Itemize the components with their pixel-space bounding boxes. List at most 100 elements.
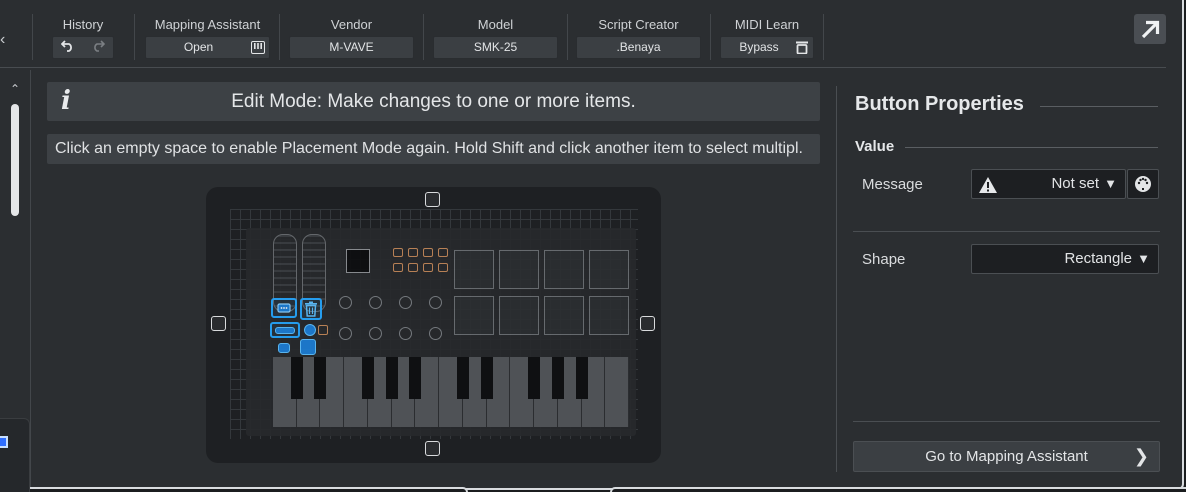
knob[interactable] [369, 327, 382, 340]
history-label: History [62, 17, 104, 32]
midi-learn-bypass-button[interactable]: Bypass [720, 36, 814, 59]
scroll-up-icon[interactable]: ⌃ [10, 82, 20, 96]
vendor-group: Vendor M-VAVE [289, 14, 414, 59]
trash-icon [305, 301, 317, 317]
knob[interactable] [399, 296, 412, 309]
knob[interactable] [399, 327, 412, 340]
white-key[interactable] [605, 357, 629, 427]
expand-arrow-icon [1141, 20, 1160, 39]
message-value: Not set [1051, 175, 1099, 192]
device-button[interactable] [346, 249, 370, 273]
toolbar-divider [823, 14, 824, 60]
black-key[interactable] [385, 357, 398, 399]
mini-pad[interactable] [393, 263, 403, 272]
black-key[interactable] [480, 357, 493, 399]
vertical-scrollbar[interactable]: ⌃ [8, 82, 23, 422]
go-to-mapping-assistant-button[interactable]: Go to Mapping Assistant ❯ [853, 441, 1160, 472]
mini-pad[interactable] [408, 248, 418, 257]
mini-pad[interactable] [318, 325, 328, 335]
black-key[interactable] [314, 357, 327, 399]
redo-icon[interactable] [83, 37, 113, 58]
knob[interactable] [339, 296, 352, 309]
mini-pad[interactable] [423, 263, 433, 272]
drum-pad[interactable] [499, 296, 539, 335]
panel-divider [836, 86, 837, 472]
model-field[interactable]: SMK-25 [433, 36, 558, 59]
mapping-editor-window: ‹ History Mapping Assistant Open Vendor … [0, 0, 1184, 492]
knob[interactable] [429, 296, 442, 309]
shape-label: Shape [862, 251, 906, 268]
toolbar-divider [710, 14, 711, 60]
midi-learn-label: MIDI Learn [734, 17, 800, 32]
mapping-assistant-group: Mapping Assistant Open [145, 14, 270, 59]
mini-pad[interactable] [438, 248, 448, 257]
expand-button[interactable] [1134, 14, 1166, 44]
value-section-title: Value [855, 138, 895, 155]
dropdown-arrow-icon: ▼ [1137, 251, 1150, 266]
black-key[interactable] [290, 357, 303, 399]
resize-handle-top[interactable] [425, 192, 440, 207]
shape-select[interactable]: Rectangle ▼ [971, 244, 1159, 274]
mapping-assistant-open-button[interactable]: Open [145, 36, 270, 59]
knob[interactable] [429, 327, 442, 340]
chevron-right-icon: ❯ [1133, 446, 1149, 466]
controller-icon [277, 303, 291, 313]
toolbar: ‹ History Mapping Assistant Open Vendor … [0, 0, 1166, 68]
vendor-field[interactable]: M-VAVE [289, 36, 414, 59]
drum-pad[interactable] [454, 250, 494, 289]
black-key[interactable] [456, 357, 469, 399]
model-label: Model [477, 17, 514, 32]
selected-button-small[interactable] [300, 339, 316, 355]
button-shape [275, 327, 295, 334]
warning-icon [979, 177, 997, 193]
drum-pad[interactable] [499, 250, 539, 289]
resize-handle-left[interactable] [211, 316, 226, 331]
vendor-label: Vendor [330, 17, 373, 32]
selected-button-small[interactable] [304, 324, 316, 336]
resize-handle-right[interactable] [640, 316, 655, 331]
black-key[interactable] [551, 357, 564, 399]
scroll-thumb[interactable] [11, 104, 19, 216]
mini-pad[interactable] [393, 248, 403, 257]
script-creator-group: Script Creator .Benaya [576, 14, 701, 59]
selected-button-edit[interactable] [271, 298, 297, 318]
mini-pad[interactable] [438, 263, 448, 272]
dropdown-arrow-icon: ▼ [1104, 176, 1117, 191]
knob[interactable] [369, 296, 382, 309]
black-key[interactable] [528, 357, 541, 399]
black-key[interactable] [361, 357, 374, 399]
toolbar-divider [567, 14, 568, 60]
midi-connector-icon [1135, 176, 1151, 192]
controller-canvas[interactable] [206, 187, 661, 463]
message-label: Message [862, 176, 923, 193]
script-creator-field[interactable]: .Benaya [576, 36, 701, 59]
undo-icon[interactable] [53, 37, 83, 58]
selected-button[interactable] [270, 322, 300, 338]
drum-pad[interactable] [589, 296, 629, 335]
drum-pad[interactable] [544, 250, 584, 289]
script-creator-label: Script Creator [598, 17, 679, 32]
knob[interactable] [339, 327, 352, 340]
delete-item-button[interactable] [300, 298, 322, 320]
collapse-left-icon[interactable]: ‹ [0, 22, 8, 58]
midi-learn-message-button[interactable] [1127, 169, 1159, 199]
black-key[interactable] [409, 357, 422, 399]
side-panel-corner [0, 418, 30, 492]
drum-pad[interactable] [544, 296, 584, 335]
placement-grid[interactable] [230, 209, 638, 439]
mini-pad[interactable] [423, 248, 433, 257]
history-buttons [52, 36, 114, 59]
toolbar-divider [134, 14, 135, 60]
window-snap-icon[interactable] [0, 436, 8, 448]
selected-button-small[interactable] [278, 343, 290, 353]
message-select[interactable]: Not set ▼ [971, 169, 1126, 199]
model-group: Model SMK-25 [433, 14, 558, 59]
drum-pad[interactable] [589, 250, 629, 289]
left-divider [30, 70, 31, 490]
piano-keyboard[interactable] [273, 357, 629, 427]
black-key[interactable] [575, 357, 588, 399]
drum-pad[interactable] [454, 296, 494, 335]
mini-pad[interactable] [408, 263, 418, 272]
resize-handle-bottom[interactable] [425, 441, 440, 456]
section-rule [853, 421, 1160, 422]
